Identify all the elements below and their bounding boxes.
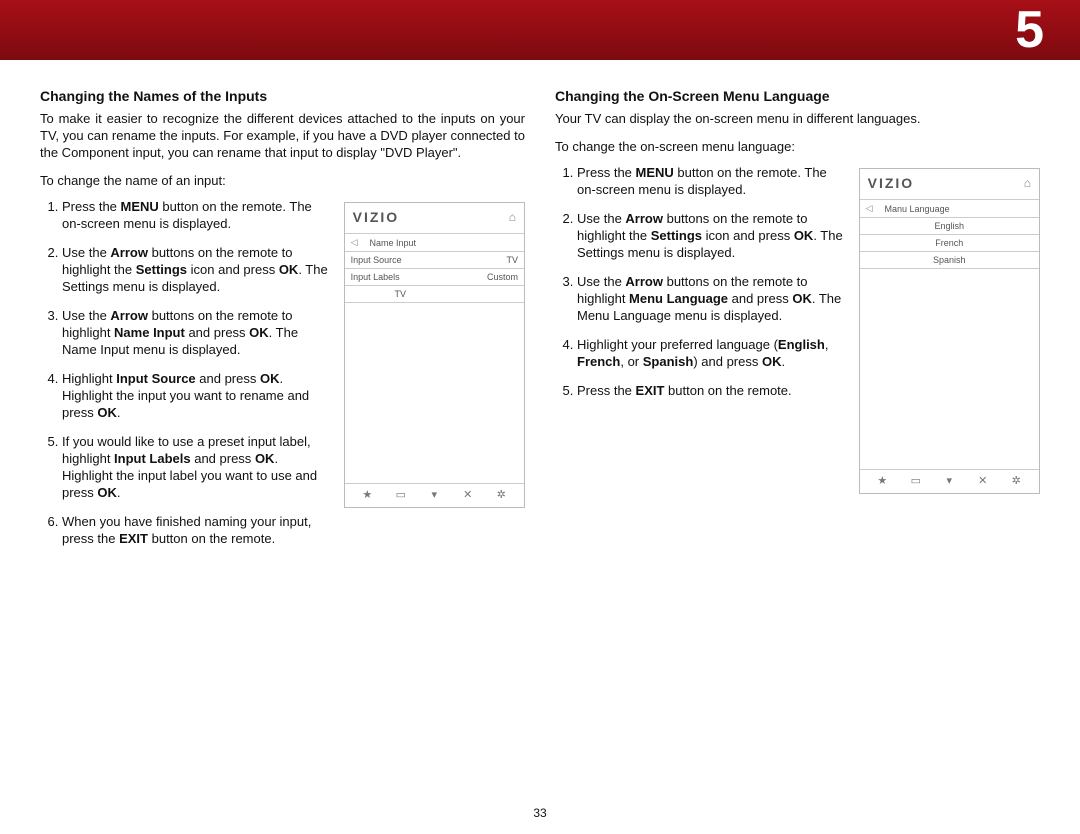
right-steps: Press the MENU button on the remote. The… [555,164,845,411]
left-intro: To change the name of an input: [40,173,525,188]
close-icon: ✕ [976,474,990,487]
step-item: When you have finished naming your input… [62,513,330,547]
osd-name-input: VIZIO ⌂ ◁ Name Input Input SourceTV Inpu… [344,202,525,508]
step-item: If you would like to use a preset input … [62,433,330,501]
step-item: Press the MENU button on the remote. The… [577,164,845,198]
page-number: 33 [0,806,1080,820]
osd-row-value: Custom [456,269,524,286]
osd-footer: ★ ▭ ▾ ✕ ✲ [345,483,524,507]
osd-row-label: Input Source [345,252,456,269]
osd-footer: ★ ▭ ▾ ✕ ✲ [860,469,1039,493]
osd-title: Manu Language [879,200,1039,218]
page-body: Changing the Names of the Inputs To make… [0,60,1080,559]
osd-row-option: Spanish [860,252,1039,269]
v-icon: ▾ [942,474,956,487]
osd-row-label: Input Labels [345,269,456,286]
back-icon: ◁ [860,200,879,218]
step-item: Highlight Input Source and press OK. Hig… [62,370,330,421]
left-column: Changing the Names of the Inputs To make… [40,88,525,559]
step-item: Highlight your preferred language (Engli… [577,336,845,370]
osd-brand: VIZIO [868,175,915,191]
chapter-banner: 5 [0,0,1080,60]
gear-icon: ✲ [1009,474,1023,487]
step-item: Use the Arrow buttons on the remote to h… [577,273,845,324]
step-item: Use the Arrow buttons on the remote to h… [62,244,330,295]
osd-row-value: TV [456,252,524,269]
pip-icon: ▭ [394,488,408,501]
left-lead: To make it easier to recognize the diffe… [40,110,525,161]
star-icon: ★ [360,488,374,501]
right-column: Changing the On-Screen Menu Language You… [555,88,1040,559]
close-icon: ✕ [461,488,475,501]
pip-icon: ▭ [909,474,923,487]
gear-icon: ✲ [494,488,508,501]
osd-row-option: English [860,218,1039,235]
step-item: Use the Arrow buttons on the remote to h… [577,210,845,261]
osd-brand: VIZIO [353,209,400,225]
step-item: Use the Arrow buttons on the remote to h… [62,307,330,358]
step-item: Press the EXIT button on the remote. [577,382,845,399]
osd-row-value [456,286,524,303]
right-intro: To change the on-screen menu language: [555,139,1040,154]
chapter-number: 5 [1015,4,1044,56]
right-lead: Your TV can display the on-screen menu i… [555,110,1040,127]
back-icon: ◁ [345,234,364,252]
v-icon: ▾ [427,488,441,501]
osd-title: Name Input [364,234,456,252]
step-item: Press the MENU button on the remote. The… [62,198,330,232]
right-heading: Changing the On-Screen Menu Language [555,88,1040,104]
left-heading: Changing the Names of the Inputs [40,88,525,104]
osd-row-option: French [860,235,1039,252]
osd-menu-language: VIZIO ⌂ ◁ Manu Language English French S… [859,168,1040,494]
star-icon: ★ [875,474,889,487]
osd-row-label: TV [345,286,456,303]
home-icon: ⌂ [509,210,516,224]
home-icon: ⌂ [1024,176,1031,190]
left-steps: Press the MENU button on the remote. The… [40,198,330,559]
